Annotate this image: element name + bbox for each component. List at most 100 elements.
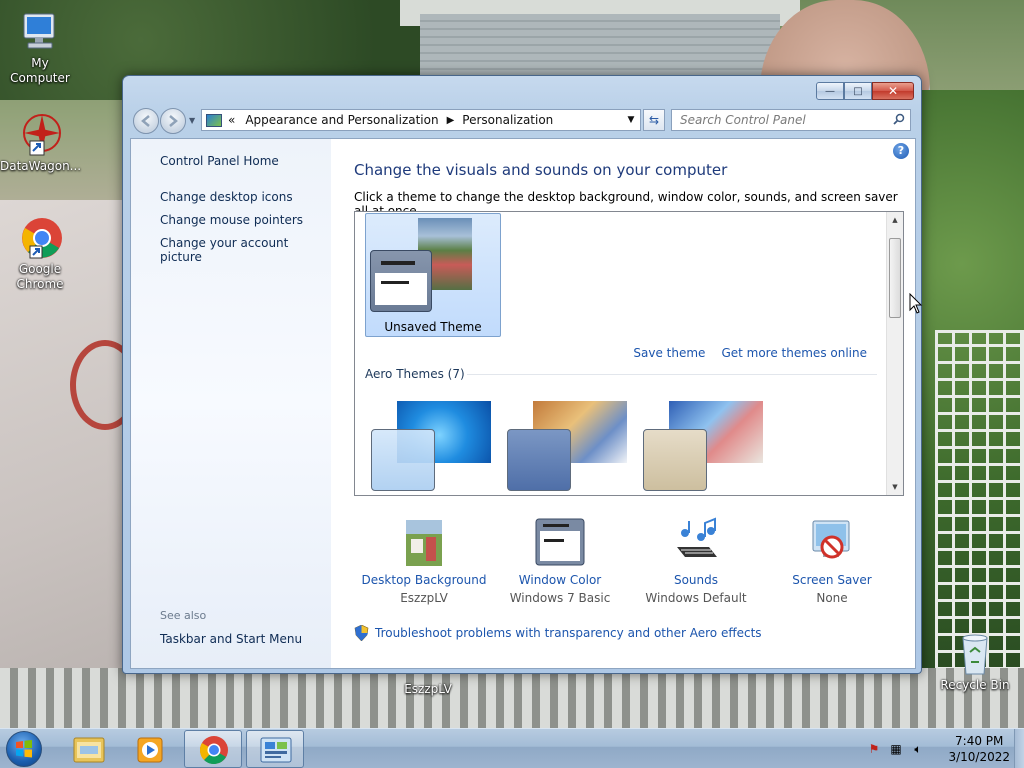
- breadcrumb-separator-icon[interactable]: ▶: [447, 115, 455, 126]
- search-icon[interactable]: [893, 113, 905, 125]
- back-button[interactable]: [133, 108, 159, 134]
- volume-icon[interactable]: 🔈︎: [910, 741, 926, 757]
- taskbar-explorer[interactable]: [60, 730, 118, 768]
- sounds-setting[interactable]: Sounds Windows Default: [626, 517, 766, 607]
- aero-themes-heading: Aero Themes (7): [365, 367, 465, 381]
- unsaved-theme-label: Unsaved Theme: [384, 320, 482, 334]
- refresh-button[interactable]: ⇆: [643, 109, 665, 131]
- sidebar-change-mouse-pointers[interactable]: Change mouse pointers: [160, 213, 303, 227]
- forward-button[interactable]: [160, 108, 186, 134]
- clock-date: 3/10/2022: [948, 750, 1010, 764]
- desktop-icon-label: DataWagon...: [0, 159, 82, 173]
- scroll-thumb[interactable]: [889, 238, 901, 318]
- sidebar-taskbar-start-menu[interactable]: Taskbar and Start Menu: [160, 632, 302, 646]
- task-pane: Control Panel Home Change desktop icons …: [131, 139, 331, 668]
- sidebar-change-account-picture[interactable]: Change your account picture: [160, 236, 331, 264]
- window-content: Control Panel Home Change desktop icons …: [130, 138, 916, 669]
- recycle-bin-icon: [953, 632, 997, 676]
- window-color-value: Windows 7 Basic: [509, 591, 611, 605]
- wallpaper-house: [420, 14, 780, 84]
- sounds-icon: [671, 517, 721, 567]
- breadcrumb-appearance[interactable]: Appearance and Personalization: [245, 113, 438, 127]
- breadcrumb-personalization[interactable]: Personalization: [462, 113, 553, 127]
- desktop-icon-label: My Computer: [10, 56, 70, 85]
- sidebar-change-desktop-icons[interactable]: Change desktop icons: [160, 190, 293, 204]
- desktop-icon-label: Google Chrome: [16, 262, 64, 291]
- troubleshoot-aero-link[interactable]: Troubleshoot problems with transparency …: [354, 625, 762, 641]
- help-icon[interactable]: ?: [893, 143, 909, 159]
- control-panel-icon: [260, 737, 292, 763]
- desktop-icon-google-chrome[interactable]: Google Chrome: [0, 216, 80, 292]
- desktop-background-icon: [399, 517, 449, 567]
- search-input[interactable]: Search Control Panel: [671, 109, 911, 131]
- aero-theme-windows7[interactable]: [367, 397, 491, 491]
- chrome-icon: [200, 736, 228, 765]
- desktop-icon-datawagon[interactable]: DataWagon...: [0, 113, 82, 174]
- screen-saver-icon: [807, 517, 857, 567]
- address-dropdown-icon[interactable]: ▼: [622, 115, 640, 125]
- address-bar[interactable]: « Appearance and Personalization ▶ Perso…: [201, 109, 641, 131]
- system-tray: ⚑ ▦ 🔈︎ 7:40 PM 3/10/2022: [854, 729, 1024, 768]
- desktop-icon-recycle-bin[interactable]: Recycle Bin: [934, 632, 1016, 693]
- scroll-up-icon[interactable]: ▲: [887, 212, 903, 228]
- recent-pages-dropdown[interactable]: ▼: [189, 116, 195, 125]
- desktop-background-value: EszzpLV: [400, 591, 448, 605]
- network-icon[interactable]: ▦: [888, 741, 904, 757]
- navigation-bar: ▼ « Appearance and Personalization ▶ Per…: [131, 107, 913, 134]
- unsaved-theme-tile[interactable]: Unsaved Theme: [365, 213, 501, 337]
- windows-logo-icon: [16, 740, 32, 758]
- get-more-themes-link[interactable]: Get more themes online: [721, 346, 867, 360]
- window-color-label[interactable]: Window Color: [490, 571, 630, 589]
- clock[interactable]: 7:40 PM 3/10/2022: [948, 733, 1010, 765]
- wallpaper-trellis: [935, 330, 1024, 670]
- datawagon-icon: [18, 113, 62, 157]
- sidebar-control-panel-home[interactable]: Control Panel Home: [160, 154, 279, 168]
- caption-buttons: — □ ✕: [816, 82, 914, 100]
- shield-icon: [354, 625, 369, 641]
- folder-icon: [73, 737, 105, 763]
- window-color-setting[interactable]: Window Color Windows 7 Basic: [490, 517, 630, 607]
- taskbar-control-panel[interactable]: [246, 730, 304, 768]
- desktop-background-label[interactable]: Desktop Background: [354, 571, 494, 589]
- desktop-stray-label: EszzpLV: [404, 682, 452, 696]
- personalization-window: — □ ✕ ▼ « Appearance and Personalization…: [122, 75, 922, 674]
- aero-theme-architecture[interactable]: [503, 397, 627, 491]
- group-divider: [467, 374, 877, 375]
- wallpaper-fence: [0, 668, 1024, 730]
- search-placeholder: Search Control Panel: [680, 113, 806, 127]
- screen-saver-setting[interactable]: Screen Saver None: [762, 517, 902, 607]
- save-theme-link[interactable]: Save theme: [633, 346, 705, 360]
- screen-saver-label[interactable]: Screen Saver: [762, 571, 902, 589]
- desktop-background-setting[interactable]: Desktop Background EszzpLV: [354, 517, 494, 607]
- theme-actions: Save theme Get more themes online: [633, 346, 867, 360]
- address-chevron[interactable]: «: [228, 113, 235, 127]
- window-color-icon: [535, 517, 585, 567]
- back-arrow-icon: [141, 115, 150, 127]
- theme-window-preview: [370, 250, 432, 312]
- start-button[interactable]: [6, 731, 42, 767]
- close-button[interactable]: ✕: [872, 82, 914, 100]
- page-title: Change the visuals and sounds on your co…: [354, 161, 728, 179]
- minimize-button[interactable]: —: [816, 82, 844, 100]
- media-player-icon: [137, 737, 163, 763]
- aero-theme-characters[interactable]: [639, 397, 763, 491]
- desktop-icon-label: Recycle Bin: [940, 678, 1010, 692]
- theme-settings-row: Desktop Background EszzpLV Window Color …: [354, 517, 904, 617]
- desktop-icon-my-computer[interactable]: My Computer: [0, 10, 80, 86]
- show-desktop-button[interactable]: [1014, 729, 1024, 768]
- maximize-button[interactable]: □: [844, 82, 872, 100]
- theme-list-scrollbar[interactable]: ▲ ▼: [886, 212, 903, 495]
- see-also-heading: See also: [160, 609, 207, 622]
- taskbar-chrome[interactable]: [184, 730, 242, 768]
- screen-saver-value: None: [816, 591, 848, 605]
- clock-time: 7:40 PM: [955, 734, 1004, 748]
- taskbar-media-player[interactable]: [121, 730, 179, 768]
- troubleshoot-text[interactable]: Troubleshoot problems with transparency …: [375, 626, 762, 640]
- taskbar: ⚑ ▦ 🔈︎ 7:40 PM 3/10/2022: [0, 728, 1024, 768]
- chrome-icon: [18, 216, 62, 260]
- scroll-down-icon[interactable]: ▼: [887, 479, 903, 495]
- sounds-label[interactable]: Sounds: [626, 571, 766, 589]
- action-center-flag-icon[interactable]: ⚑: [866, 741, 882, 757]
- main-pane: ? Change the visuals and sounds on your …: [331, 139, 915, 668]
- mouse-cursor-icon: [909, 293, 923, 314]
